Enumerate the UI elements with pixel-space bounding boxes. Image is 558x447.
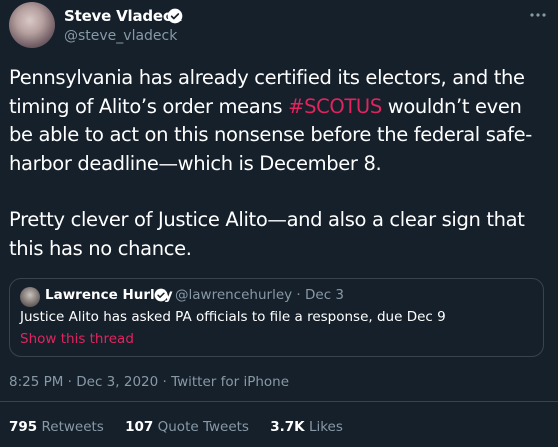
hashtag-link[interactable]: #SCOTUS: [288, 95, 382, 118]
quote-tweets-stat[interactable]: 107 Quote Tweets: [125, 419, 249, 435]
verified-badge-icon: [154, 288, 168, 302]
tweet-timestamp[interactable]: 8:25 PM · Dec 3, 2020 · Twitter for iPho…: [9, 374, 289, 390]
tweet-text: Pennsylvania has already certified its e…: [9, 64, 549, 263]
quote-tweets-label: Quote Tweets: [157, 419, 249, 435]
divider: [0, 401, 558, 402]
likes-stat[interactable]: 3.7K Likes: [270, 419, 343, 435]
retweets-count: 795: [9, 419, 38, 435]
author-handle[interactable]: @steve_vladeck: [64, 28, 177, 44]
quoted-text: Justice Alito has asked PA officials to …: [20, 309, 446, 325]
retweets-stat[interactable]: 795 Retweets: [9, 419, 104, 435]
engagement-stats: 795 Retweets 107 Quote Tweets 3.7K Likes: [9, 419, 360, 435]
more-options-icon[interactable]: [528, 10, 548, 20]
tweet-paragraph-1: Pennsylvania has already certified its e…: [9, 64, 549, 178]
show-thread-link[interactable]: Show this thread: [20, 331, 134, 347]
quoted-tweet-card[interactable]: Lawrence Hurley @lawrencehurley · Dec 3 …: [9, 278, 544, 357]
author-name[interactable]: Steve Vladeck: [64, 7, 182, 25]
quoted-handle-date: @lawrencehurley · Dec 3: [175, 287, 344, 303]
likes-label: Likes: [308, 419, 343, 435]
verified-badge-icon: [167, 8, 183, 24]
quote-tweets-count: 107: [125, 419, 154, 435]
likes-count: 3.7K: [270, 419, 305, 435]
tweet-paragraph-2: Pretty clever of Justice Alito—and also …: [9, 208, 525, 260]
retweets-label: Retweets: [41, 419, 104, 435]
quoted-author-avatar: [20, 287, 40, 307]
author-avatar[interactable]: [9, 2, 55, 48]
